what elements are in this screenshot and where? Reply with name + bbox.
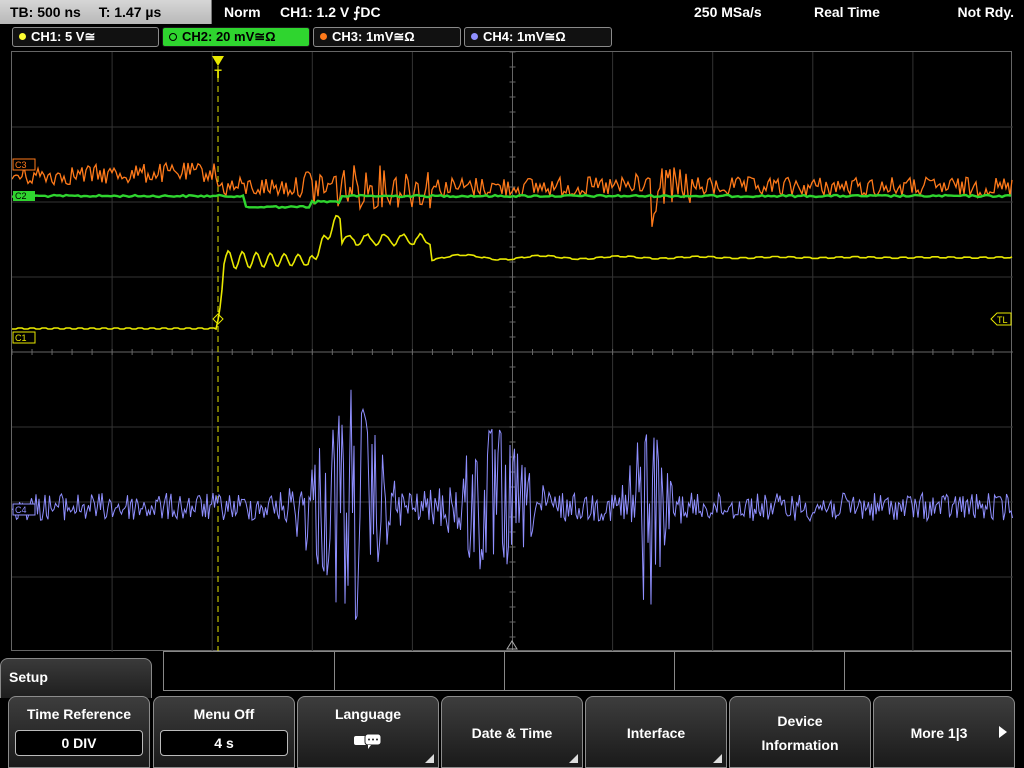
trigger-info[interactable]: CH1: 1.2 V ⨍DC xyxy=(280,0,381,24)
trigger-mode[interactable]: Norm xyxy=(224,0,261,24)
svg-text:T: T xyxy=(214,67,222,81)
more-softkey[interactable]: More 1|3 xyxy=(873,696,1015,768)
timebase-box[interactable]: TB: 500 ns T: 1.47 µs xyxy=(0,0,212,24)
menu-off-label: Menu Off xyxy=(193,706,255,722)
time-reference-label: Time Reference xyxy=(26,706,131,722)
acquisition-status: Not Rdy. xyxy=(957,4,1014,20)
info-strip xyxy=(163,651,1012,691)
more-label: More 1|3 xyxy=(910,725,968,741)
ch2-waveform xyxy=(12,193,1012,210)
submenu-indicator-icon xyxy=(569,754,578,763)
channel-tab-ch4[interactable]: CH4: 1mV≅Ω xyxy=(464,27,612,47)
ch1-label: CH1: 5 V≅ xyxy=(31,29,96,44)
graticule-grid xyxy=(12,52,1013,652)
interface-label: Interface xyxy=(626,725,686,741)
menu-off-softkey[interactable]: Menu Off 4 s xyxy=(153,696,295,768)
menu-off-value: 4 s xyxy=(160,730,288,756)
trigger-marker-icon[interactable]: T xyxy=(212,56,224,81)
speech-bubbles-icon xyxy=(353,733,383,756)
channel-tab-ch2[interactable]: CH2: 20 mV≅Ω xyxy=(162,27,310,47)
trigger-time-readout: T: 1.47 µs xyxy=(98,4,162,20)
device-label: Device xyxy=(777,713,823,729)
ch2-color-dot xyxy=(169,32,177,41)
channel-tab-ch3[interactable]: CH3: 1mV≅Ω xyxy=(313,27,461,47)
language-softkey[interactable]: Language xyxy=(297,696,439,768)
ch1-ground-marker[interactable]: C1 xyxy=(12,331,36,344)
status-bar: TB: 500 ns T: 1.47 µs Norm CH1: 1.2 V ⨍D… xyxy=(0,0,1024,25)
svg-text:C4: C4 xyxy=(15,505,27,515)
ch4-color-dot xyxy=(471,33,478,41)
information-label: Information xyxy=(761,737,839,753)
time-reference-value: 0 DIV xyxy=(15,730,143,756)
time-reference-softkey[interactable]: Time Reference 0 DIV xyxy=(8,696,150,768)
ch4-ground-marker[interactable]: C4 xyxy=(12,503,36,516)
ch1-color-dot xyxy=(19,33,26,41)
submenu-indicator-icon xyxy=(425,754,434,763)
svg-text:C2: C2 xyxy=(15,191,27,201)
timebase-readout: TB: 500 ns xyxy=(10,4,81,20)
device-information-softkey[interactable]: Device Information xyxy=(729,696,871,768)
acquisition-mode[interactable]: Real Time xyxy=(814,0,880,24)
waveform-display[interactable]: T C3 C2 C1 C4 TL xyxy=(11,51,1013,652)
play-arrow-icon xyxy=(998,725,1008,742)
trigger-level-marker[interactable]: TL xyxy=(990,312,1012,326)
interface-softkey[interactable]: Interface xyxy=(585,696,727,768)
ch2-ground-marker[interactable]: C2 xyxy=(13,191,35,201)
language-label: Language xyxy=(334,706,402,722)
channel-tab-ch1[interactable]: CH1: 5 V≅ xyxy=(12,27,159,47)
svg-text:C1: C1 xyxy=(15,333,27,343)
ch3-label: CH3: 1mV≅Ω xyxy=(332,29,415,44)
sample-rate: 250 MSa/s xyxy=(694,4,762,20)
ch4-label: CH4: 1mV≅Ω xyxy=(483,29,566,44)
svg-text:C3: C3 xyxy=(15,160,27,170)
svg-text:TL: TL xyxy=(997,315,1008,325)
menu-title: Setup xyxy=(0,658,152,698)
date-time-label: Date & Time xyxy=(471,725,553,741)
ch3-ground-marker[interactable]: C3 xyxy=(12,158,36,171)
submenu-indicator-icon xyxy=(713,754,722,763)
ch2-label: CH2: 20 mV≅Ω xyxy=(182,29,276,44)
date-time-softkey[interactable]: Date & Time xyxy=(441,696,583,768)
ch3-color-dot xyxy=(320,33,327,41)
